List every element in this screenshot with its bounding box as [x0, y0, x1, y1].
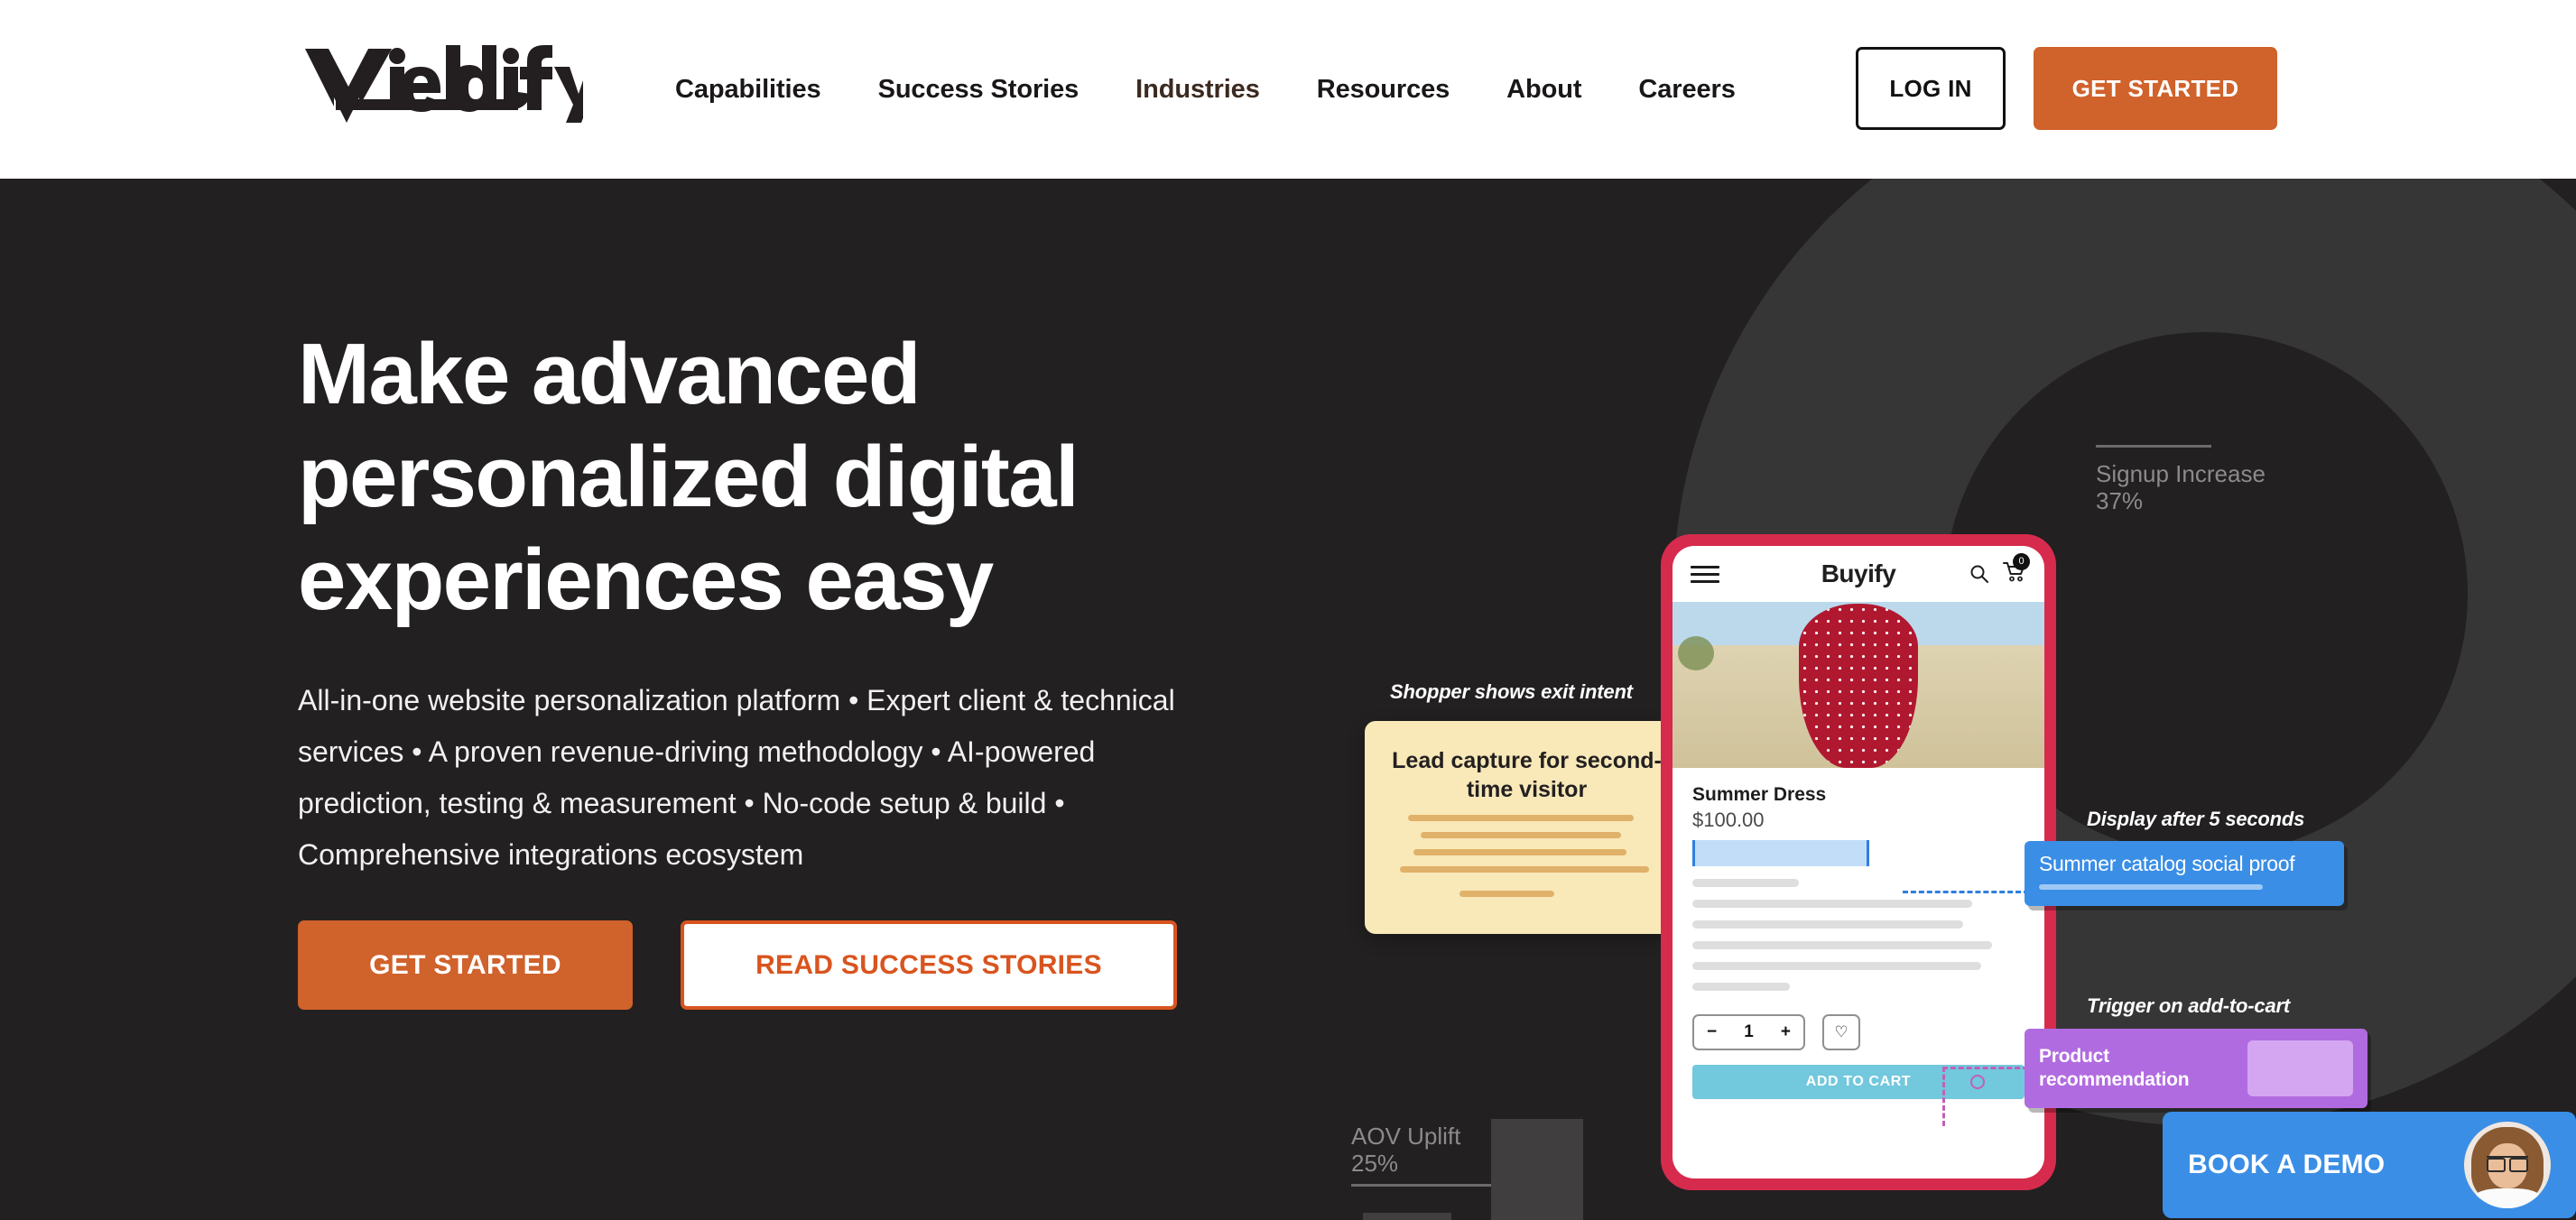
yieldify-logo-icon: [305, 45, 583, 123]
decorative-bar-2: [1491, 1119, 1583, 1220]
page-root: Capabilities Success Stories Industries …: [0, 0, 2576, 1220]
lead-capture-card[interactable]: Lead capture for second-time visitor: [1365, 721, 1689, 934]
product-skeleton-line: [1692, 941, 1992, 949]
nav-item-resources[interactable]: Resources: [1317, 75, 1450, 105]
nav-item-careers[interactable]: Careers: [1638, 75, 1735, 105]
cart-icon-wrap[interactable]: 0: [2003, 552, 2030, 587]
phone-mockup: Buyify 0 Summer Dress $100.00 − 1 + ♡ AD…: [1661, 534, 2056, 1190]
nav-item-about[interactable]: About: [1506, 75, 1581, 105]
avatar: [2464, 1122, 2551, 1208]
product-skeleton-line: [1692, 879, 1799, 887]
phone-topbar-icons: 0: [1969, 552, 2030, 587]
quantity-value: 1: [1744, 1022, 1754, 1041]
stat-aov-value: 25%: [1351, 1150, 1399, 1177]
add-to-cart-trigger-dot: [1970, 1075, 1985, 1089]
product-quantity-row: − 1 + ♡: [1692, 1014, 2025, 1050]
nav-item-capabilities[interactable]: Capabilities: [675, 75, 821, 105]
product-skeleton-line: [1692, 920, 1963, 929]
lead-capture-skeleton-line: [1400, 866, 1649, 873]
product-skeleton-line: [1692, 983, 1790, 991]
hero-section: AOV Uplift 25% Signup Increase 37% Make …: [0, 179, 2576, 1220]
avatar-body: [2475, 1188, 2540, 1208]
search-icon[interactable]: [1969, 563, 1990, 585]
decorative-bush: [1678, 636, 1714, 670]
product-hero-image: [1673, 602, 2044, 768]
phone-product-body: Summer Dress $100.00 − 1 + ♡ ADD TO CART: [1673, 768, 2044, 1178]
social-proof-skeleton-line: [2039, 884, 2263, 890]
site-header: Capabilities Success Stories Industries …: [0, 0, 2576, 179]
main-navigation[interactable]: Capabilities Success Stories Industries …: [675, 0, 1793, 179]
lead-capture-skeleton-button: [1459, 891, 1554, 897]
product-title: Summer Dress: [1692, 784, 1827, 805]
hero-copy: Make advanced personalized digital exper…: [298, 323, 1309, 1010]
header-get-started-button[interactable]: GET STARTED: [2034, 47, 2277, 130]
hero-subtitle: All-in-one website personalization platf…: [298, 684, 1175, 871]
phone-topbar: Buyify 0: [1673, 546, 2044, 602]
stat-signup-increase: Signup Increase 37%: [2096, 445, 2266, 514]
connector-line-product-rec-horizontal: [1942, 1067, 2028, 1069]
avatar-glasses: [2487, 1156, 2528, 1172]
dress-photo-subject: [1799, 604, 1918, 768]
yieldify-logo[interactable]: [303, 43, 583, 134]
quantity-increment-icon[interactable]: +: [1781, 1022, 1791, 1042]
hero-get-started-button[interactable]: GET STARTED: [298, 920, 633, 1010]
product-recommendation-title: Product recommendation: [2039, 1046, 2190, 1090]
hero-cta-group: GET STARTED READ SUCCESS STORIES: [298, 920, 1309, 1010]
nav-item-industries[interactable]: Industries: [1135, 75, 1260, 105]
product-recommendation-card[interactable]: Product recommendation: [2025, 1029, 2368, 1108]
hero-title: Make advanced personalized digital exper…: [298, 326, 1080, 628]
lead-capture-skeleton-line: [1413, 849, 1626, 855]
add-to-cart-button[interactable]: ADD TO CART: [1692, 1065, 2025, 1099]
annotation-display-after-label: Display after 5 seconds: [2087, 808, 2305, 830]
decorative-bar-1: [1363, 1213, 1451, 1220]
wishlist-heart-icon[interactable]: ♡: [1822, 1014, 1860, 1050]
stat-aov-rule: [1351, 1184, 1491, 1187]
lead-capture-title: Lead capture for second-time visitor: [1392, 748, 1662, 802]
add-to-cart-label: ADD TO CART: [1805, 1074, 1912, 1089]
product-recommendation-thumbnail: [2247, 1040, 2353, 1096]
stat-signup-rule: [2096, 445, 2211, 448]
stat-signup-label: Signup Increase: [2096, 460, 2266, 487]
cart-count-badge: 0: [2013, 552, 2030, 570]
stat-aov-uplift: AOV Uplift 25%: [1351, 1123, 1491, 1187]
annotation-trigger-label: Trigger on add-to-cart: [2087, 994, 2290, 1017]
annotation-exit-intent-label: Shopper shows exit intent: [1390, 680, 1633, 703]
product-price: $100.00: [1692, 809, 1765, 831]
book-a-demo-label: BOOK A DEMO: [2188, 1150, 2386, 1179]
social-proof-title: Summer catalog social proof: [2039, 852, 2295, 875]
lead-capture-skeleton-line: [1421, 832, 1621, 838]
product-skeleton-line: [1692, 900, 1972, 908]
hero-read-success-stories-button[interactable]: READ SUCCESS STORIES: [681, 920, 1177, 1010]
product-variant-swatch[interactable]: [1692, 840, 1869, 866]
quantity-decrement-icon[interactable]: −: [1707, 1022, 1717, 1042]
stat-signup-value: 37%: [2096, 487, 2144, 514]
nav-item-success-stories[interactable]: Success Stories: [878, 75, 1080, 105]
quantity-stepper[interactable]: − 1 +: [1692, 1014, 1805, 1050]
stat-aov-label: AOV Uplift: [1351, 1123, 1461, 1150]
phone-screen: Buyify 0 Summer Dress $100.00 − 1 + ♡ AD…: [1673, 546, 2044, 1178]
connector-line-product-rec-vertical: [1942, 1067, 1945, 1126]
lead-capture-skeleton-line: [1408, 815, 1634, 821]
social-proof-card[interactable]: Summer catalog social proof: [2025, 841, 2344, 906]
login-button[interactable]: LOG IN: [1856, 47, 2006, 130]
connector-line-social-proof: [1903, 891, 2029, 893]
product-skeleton-line: [1692, 962, 1981, 970]
book-a-demo-widget[interactable]: BOOK A DEMO: [2163, 1112, 2576, 1218]
